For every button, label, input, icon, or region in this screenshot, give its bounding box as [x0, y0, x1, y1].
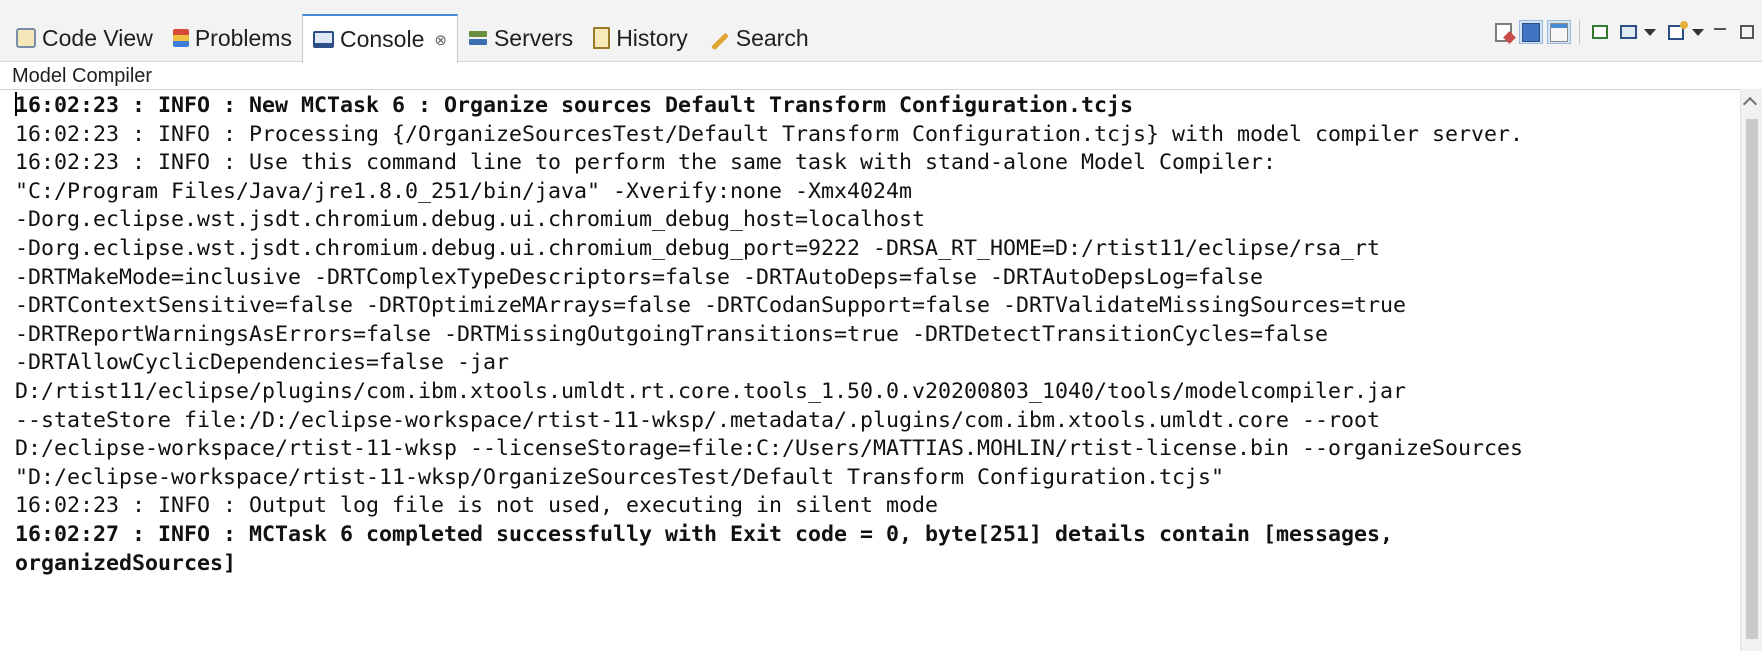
problems-icon: [172, 29, 189, 47]
tab-label: Console: [339, 26, 425, 52]
tab-search[interactable]: Search: [698, 14, 819, 62]
console-view: Code View Problems Console ⊗ Servers His…: [0, 0, 1762, 651]
search-icon: [708, 27, 730, 49]
word-wrap-icon: [1550, 22, 1568, 42]
clear-console-button[interactable]: [1491, 20, 1515, 44]
pin-console-icon: [1592, 25, 1608, 39]
tab-label: Search: [735, 24, 809, 51]
scrollbar-thumb[interactable]: [1746, 119, 1758, 639]
tab-problems[interactable]: Problems: [163, 14, 302, 62]
console-line: 16:02:23 : INFO : Use this command line …: [15, 150, 1277, 176]
display-console-dropdown-icon[interactable]: [1644, 28, 1656, 36]
view-tab-bar: Code View Problems Console ⊗ Servers His…: [0, 0, 1762, 63]
minimize-icon[interactable]: [1712, 20, 1728, 44]
open-console-icon: [1668, 20, 1688, 40]
console-line: -Dorg.eclipse.wst.jsdt.chromium.debug.ui…: [15, 235, 1381, 261]
console-name: Model Compiler: [12, 65, 153, 87]
console-line: D:/rtist11/eclipse/plugins/com.ibm.xtool…: [15, 378, 1407, 404]
tab-label: History: [616, 24, 688, 51]
console-line: 16:02:23 : INFO : Output log file is not…: [15, 493, 939, 519]
display-console-icon: [1619, 25, 1637, 39]
console-output[interactable]: 16:02:23 : INFO : New MCTask 6 : Organiz…: [0, 89, 1740, 651]
clear-console-icon: [1494, 22, 1512, 42]
console-line: organizedSources]: [15, 550, 237, 576]
console-line: -Dorg.eclipse.wst.jsdt.chromium.debug.ui…: [15, 207, 926, 233]
display-console-button[interactable]: [1616, 20, 1640, 44]
console-line: -DRTAllowCyclicDependencies=false -jar: [15, 350, 510, 376]
scroll-lock-icon: [1522, 22, 1540, 42]
console-line: --stateStore file:/D:/eclipse-workspace/…: [15, 407, 1381, 433]
toolbar-separator: [1579, 20, 1580, 44]
tab-label: Servers: [493, 24, 574, 51]
history-icon: [593, 27, 611, 49]
console-icon: [312, 31, 334, 48]
console-line: 16:02:23 : INFO : Processing {/OrganizeS…: [15, 121, 1524, 147]
open-console-button[interactable]: [1664, 20, 1688, 44]
scroll-up-icon[interactable]: [1742, 96, 1758, 112]
view-toolbar: [1491, 20, 1754, 44]
vertical-scrollbar[interactable]: [1740, 89, 1762, 651]
word-wrap-button[interactable]: [1547, 20, 1571, 44]
console-line: 16:02:23 : INFO : New MCTask 6 : Organiz…: [15, 92, 1134, 118]
console-line: D:/eclipse-workspace/rtist-11-wksp --lic…: [15, 436, 1524, 462]
tab-list: Code View Problems Console ⊗ Servers His…: [6, 14, 819, 63]
console-line: -DRTReportWarningsAsErrors=false -DRTMis…: [15, 321, 1329, 347]
tab-console[interactable]: Console ⊗: [301, 14, 458, 63]
console-line: -DRTContextSensitive=false -DRTOptimizeM…: [15, 293, 1407, 319]
console-output-text[interactable]: 16:02:23 : INFO : New MCTask 6 : Organiz…: [0, 90, 1740, 578]
pin-console-button[interactable]: [1588, 20, 1612, 44]
console-line: -DRTMakeMode=inclusive -DRTComplexTypeDe…: [15, 264, 1264, 290]
text-caret: [15, 92, 17, 116]
servers-icon: [468, 29, 488, 47]
tab-label: Code View: [42, 24, 153, 51]
tab-label: Problems: [194, 24, 292, 51]
close-tab-icon[interactable]: ⊗: [434, 31, 447, 49]
console-line: 16:02:27 : INFO : MCTask 6 completed suc…: [15, 521, 1394, 547]
code-view-icon: [16, 28, 36, 48]
maximize-icon[interactable]: [1740, 25, 1754, 39]
open-console-dropdown-icon[interactable]: [1692, 28, 1704, 36]
tab-servers[interactable]: Servers: [458, 14, 583, 62]
scroll-lock-button[interactable]: [1519, 20, 1543, 44]
console-line: "D:/eclipse-workspace/rtist-11-wksp/Orga…: [15, 464, 1225, 490]
console-line: "C:/Program Files/Java/jre1.8.0_251/bin/…: [15, 178, 913, 204]
tab-code-view[interactable]: Code View: [6, 14, 163, 62]
tab-history[interactable]: History: [583, 14, 698, 62]
